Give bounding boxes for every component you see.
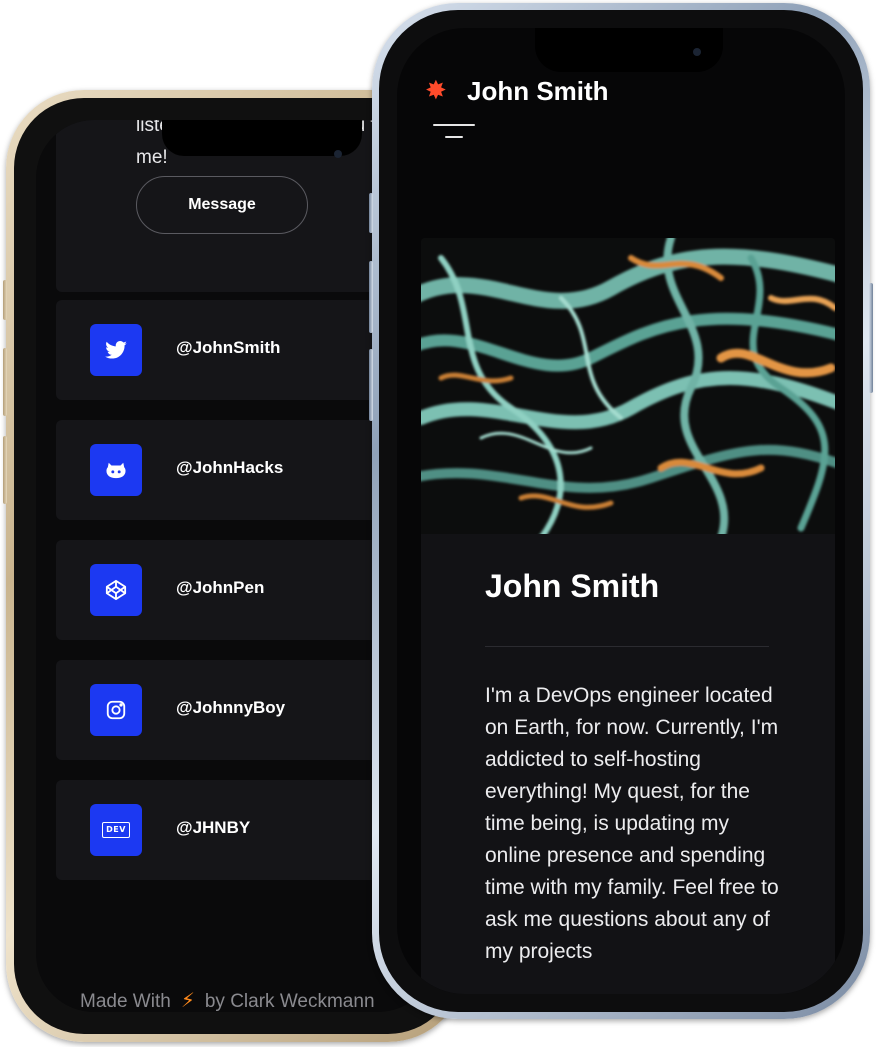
side-button	[369, 193, 373, 233]
front-camera	[334, 150, 342, 158]
volume-down-button	[369, 349, 373, 421]
brand-name[interactable]: John Smith	[467, 76, 609, 106]
social-handle: @JohnSmith	[176, 338, 281, 357]
social-handle: @JHNBY	[176, 818, 251, 837]
profile-card: John Smith I'm a DevOps engineer located…	[421, 238, 835, 994]
codepen-icon	[90, 564, 142, 616]
side-button	[3, 280, 7, 320]
hero-image	[421, 238, 835, 534]
instagram-icon	[90, 684, 142, 736]
dev-icon: DEV	[90, 804, 142, 856]
profile-name: John Smith	[485, 568, 660, 604]
notch	[535, 28, 723, 72]
message-button[interactable]: Message	[136, 176, 308, 234]
social-handle: @JohnnyBoy	[176, 698, 286, 717]
volume-down-button	[3, 436, 7, 504]
social-handle: @JohnPen	[176, 578, 265, 597]
volume-up-button	[369, 261, 373, 333]
social-handle: @JohnHacks	[176, 458, 284, 477]
footer: Made With ⚡︎ by Clark Weckmann	[80, 988, 375, 1012]
footer-made-with: Made With	[80, 991, 171, 1012]
footer-author-link[interactable]: by Clark Weckmann	[205, 991, 375, 1012]
notch	[162, 120, 362, 158]
lightning-bolt-icon: ⚡︎	[180, 990, 195, 1012]
dev-icon-label: DEV	[102, 822, 130, 838]
hamburger-menu-icon[interactable]	[433, 124, 475, 140]
volume-up-button	[3, 348, 7, 416]
power-button	[869, 283, 873, 393]
front-phone: ✸ John Smith John Smith I'm a DevOps eng…	[369, 3, 873, 1019]
twitter-icon	[90, 324, 142, 376]
front-phone-screen: ✸ John Smith John Smith I'm a DevOps eng…	[397, 28, 845, 994]
brand-star-icon: ✸	[425, 76, 447, 106]
github-icon	[90, 444, 142, 496]
front-camera	[693, 48, 701, 56]
divider	[485, 646, 769, 647]
profile-bio: I'm a DevOps engineer located on Earth, …	[485, 684, 779, 963]
